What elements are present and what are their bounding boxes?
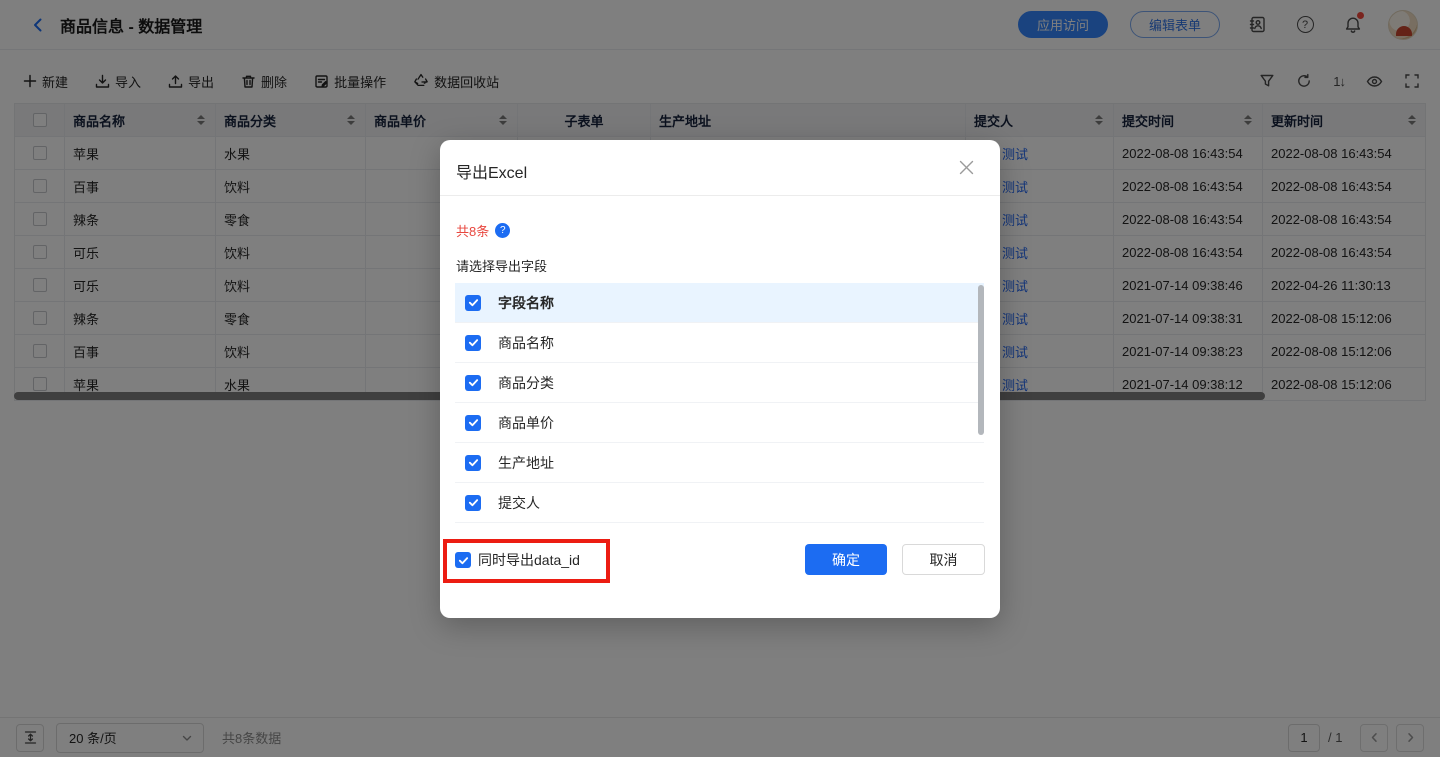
- field-list-item[interactable]: 商品单价: [455, 403, 984, 443]
- export-field-list: 字段名称 商品名称 商品分类 商品单价 生产地址 提交人: [455, 283, 984, 523]
- checkbox-checked[interactable]: [465, 335, 481, 351]
- confirm-button[interactable]: 确定: [805, 544, 887, 575]
- field-list-item[interactable]: 提交人: [455, 483, 984, 523]
- divider: [440, 195, 1000, 196]
- annotation-highlight-rectangle: [443, 539, 610, 583]
- checkbox-checked[interactable]: [465, 455, 481, 471]
- checkbox-checked[interactable]: [465, 495, 481, 511]
- field-label: 商品分类: [498, 373, 554, 393]
- field-label: 提交人: [498, 493, 540, 513]
- field-label: 生产地址: [498, 453, 554, 473]
- field-label: 商品单价: [498, 413, 554, 433]
- field-select-prompt: 请选择导出字段: [456, 256, 547, 275]
- count-help-icon[interactable]: ?: [495, 223, 510, 238]
- field-list-header-row[interactable]: 字段名称: [455, 283, 984, 323]
- field-list-item[interactable]: 商品名称: [455, 323, 984, 363]
- checkbox-checked[interactable]: [465, 375, 481, 391]
- export-excel-dialog: 导出Excel 共8条 ? 请选择导出字段 字段名称 商品名称 商品分类 商品单…: [440, 140, 1000, 618]
- cancel-button[interactable]: 取消: [902, 544, 985, 575]
- field-list-item[interactable]: 生产地址: [455, 443, 984, 483]
- dialog-title: 导出Excel: [456, 159, 527, 183]
- close-dialog-button[interactable]: [956, 157, 976, 177]
- field-label: 商品名称: [498, 333, 554, 353]
- checkbox-checked[interactable]: [465, 415, 481, 431]
- field-list-scrollbar[interactable]: [978, 285, 984, 435]
- record-count-text: 共8条: [456, 221, 489, 240]
- checkbox-checked[interactable]: [465, 295, 481, 311]
- field-label: 字段名称: [498, 293, 554, 313]
- field-list-item[interactable]: 商品分类: [455, 363, 984, 403]
- close-icon: [958, 159, 975, 176]
